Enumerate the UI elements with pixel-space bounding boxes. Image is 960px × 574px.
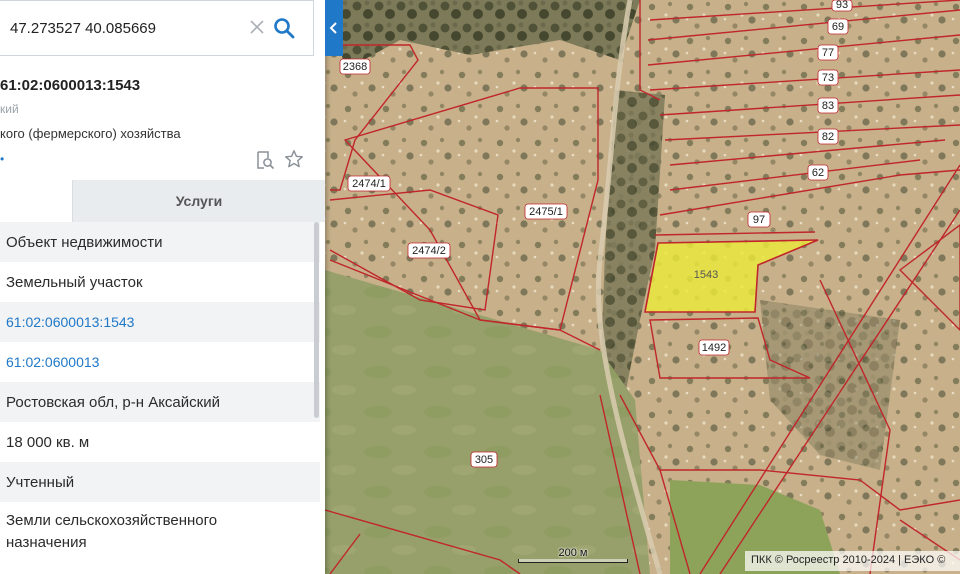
cadastral-number-title: 61:02:0600013:1543	[0, 77, 141, 94]
tab-bar: Услуги	[0, 180, 325, 222]
svg-text:1543: 1543	[694, 269, 718, 281]
search-input[interactable]: 47.273527 40.085669	[10, 20, 156, 37]
svg-text:97: 97	[753, 214, 765, 226]
parcel-label: 82	[817, 128, 839, 145]
info-panel: 47.273527 40.085669 61:02:0600013:1543 к…	[0, 0, 325, 574]
scale-ruler	[518, 559, 628, 563]
svg-text:62: 62	[812, 167, 824, 179]
permitted-use-text: кого (фермерского) хозяйства	[0, 126, 181, 141]
parcel-label: 2474/1	[347, 175, 391, 192]
svg-text:93: 93	[836, 0, 848, 11]
search-bar: 47.273527 40.085669	[0, 0, 314, 56]
parcel-label: 73	[817, 69, 839, 86]
svg-text:69: 69	[832, 21, 844, 33]
parcel-label: 2475/1	[524, 203, 568, 220]
scrollbar[interactable]	[314, 222, 319, 418]
object-subtitle: кий	[0, 102, 19, 116]
svg-text:73: 73	[822, 72, 834, 84]
map-attribution: ПКК © Росреестр 2010-2024 | ЕЭКО ©	[745, 551, 960, 571]
details-list: Объект недвижимости Земельный участок 61…	[0, 222, 325, 562]
parcel-label: 83	[817, 97, 839, 114]
detail-area: 18 000 кв. м	[0, 422, 320, 462]
detail-address: Ростовская обл, р-н Аксайский	[0, 382, 320, 422]
chevron-left-icon	[329, 22, 337, 34]
detail-kind: Земельный участок	[0, 262, 320, 302]
parcel-label: 2474/2	[407, 242, 451, 259]
parcel-label: 1492	[698, 339, 730, 356]
tab-information[interactable]	[0, 180, 72, 222]
tab-services[interactable]: Услуги	[72, 180, 325, 222]
svg-text:2474/1: 2474/1	[352, 178, 386, 190]
svg-text:82: 82	[822, 131, 834, 143]
close-icon[interactable]	[248, 18, 266, 36]
parcel-label: 62	[807, 164, 829, 181]
detail-status: Учтенный	[0, 462, 320, 502]
scale-bar: 200 м	[518, 547, 628, 563]
parcel-label: 97	[747, 211, 771, 228]
parcel-label: 305	[470, 451, 498, 468]
selected-parcel-label: 1543	[694, 269, 718, 281]
svg-text:77: 77	[822, 47, 834, 59]
collapse-panel-button[interactable]	[325, 0, 343, 56]
star-icon[interactable]	[284, 149, 304, 169]
parcel-label: 77	[817, 44, 839, 61]
svg-text:83: 83	[822, 100, 834, 112]
detail-land-category: Земли сельскохозяйственного назначения	[0, 502, 320, 562]
svg-text:2368: 2368	[343, 61, 367, 73]
search-icon[interactable]	[272, 16, 296, 40]
detail-cadastral-number-link[interactable]: 61:02:0600013:1543	[0, 302, 320, 342]
svg-text:305: 305	[475, 454, 493, 466]
print-preview-icon[interactable]	[255, 150, 275, 170]
scale-label: 200 м	[558, 547, 588, 559]
parcel-label: 69	[827, 18, 849, 35]
detail-quarter-link[interactable]: 61:02:0600013	[0, 342, 320, 382]
parcel-label: 2368	[339, 58, 371, 75]
svg-text:2474/2: 2474/2	[412, 245, 446, 257]
svg-text:1492: 1492	[702, 342, 726, 354]
detail-object-type: Объект недвижимости	[0, 222, 320, 262]
svg-text:2475/1: 2475/1	[529, 206, 563, 218]
marker-dot: •	[0, 152, 5, 166]
parcel-label: 93	[831, 0, 853, 12]
